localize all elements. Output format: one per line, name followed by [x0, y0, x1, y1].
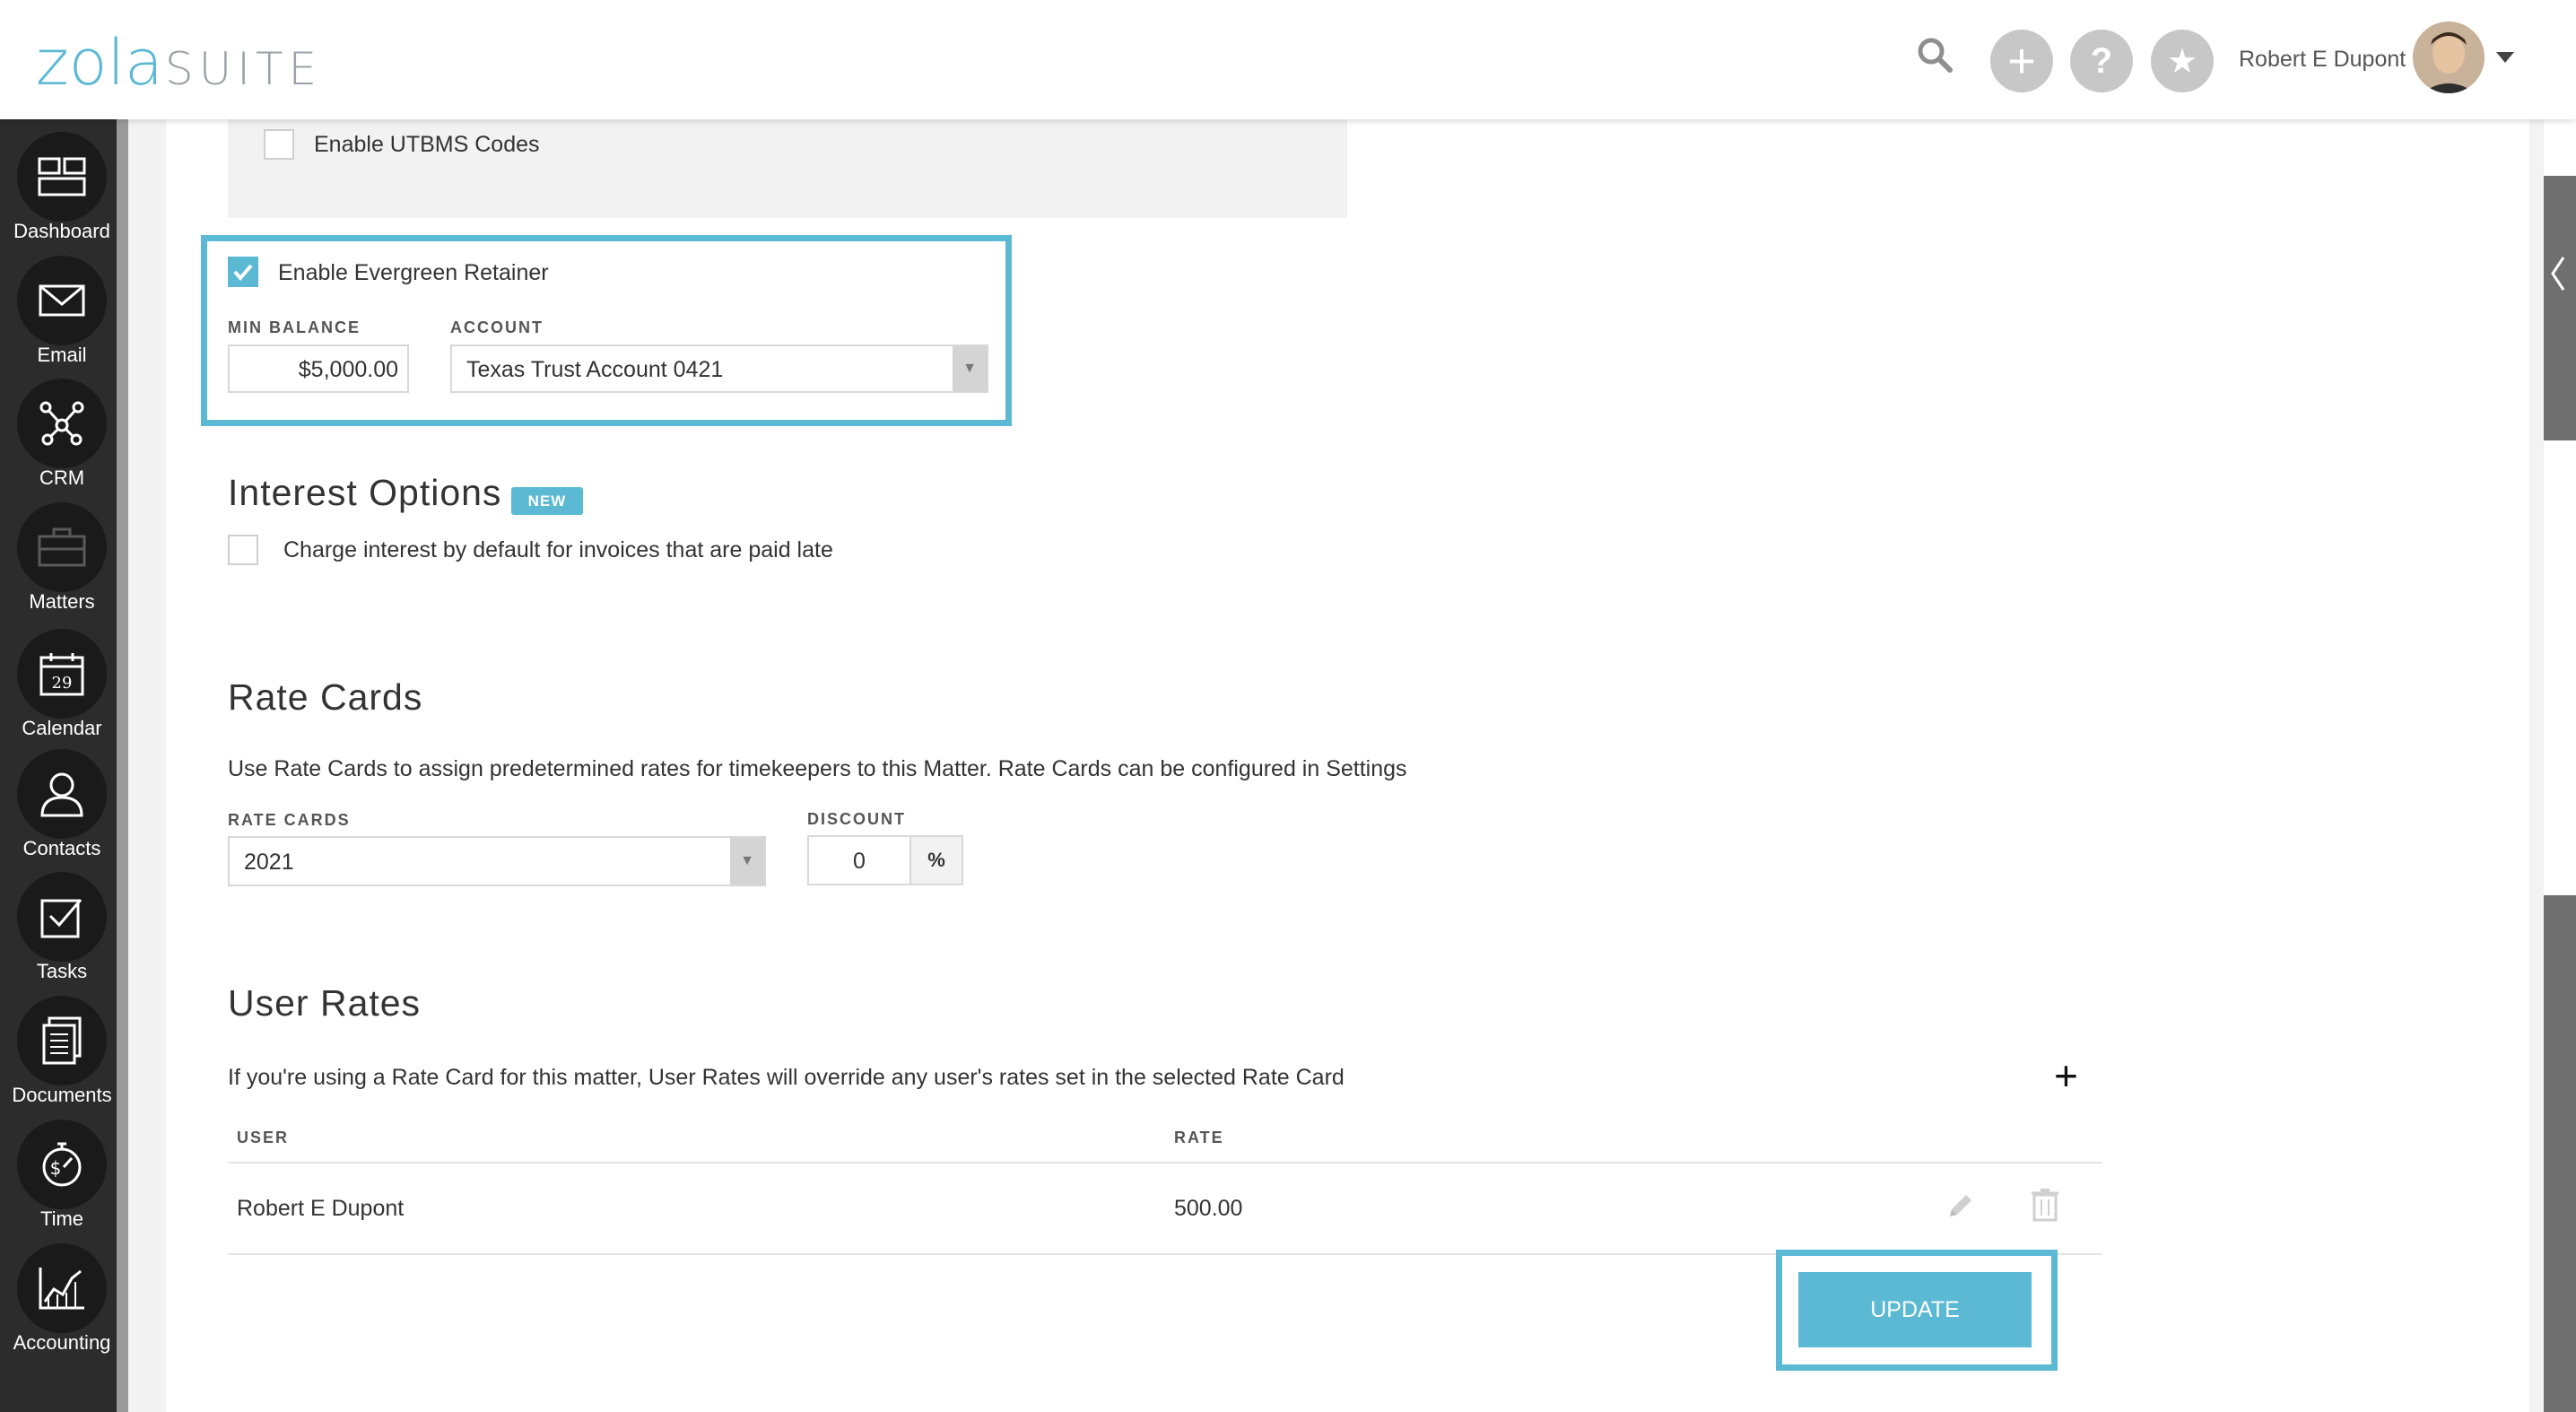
- calendar-icon: 29: [17, 629, 107, 719]
- charge-interest-checkbox[interactable]: [228, 535, 258, 565]
- sidebar-item-label: Matters: [29, 590, 95, 613]
- charge-interest-label: Charge interest by default for invoices …: [283, 537, 833, 562]
- evergreen-checkbox[interactable]: [228, 257, 258, 287]
- rate-cards-select[interactable]: 2021 ▼: [228, 836, 766, 886]
- min-balance-label: MIN BALANCE: [228, 318, 361, 336]
- sidebar-item-dashboard[interactable]: Dashboard: [0, 132, 124, 256]
- chevron-down-icon: ▼: [730, 838, 764, 885]
- account-value: Texas Trust Account 0421: [466, 357, 724, 382]
- zolasuite-logo[interactable]: zola SUITE: [36, 26, 322, 100]
- sidebar-item-label: Email: [37, 344, 87, 366]
- account-label: ACCOUNT: [450, 318, 544, 336]
- avatar[interactable]: [2413, 22, 2485, 93]
- sidebar-item-label: Tasks: [36, 960, 88, 982]
- edit-icon[interactable]: [1945, 1190, 1977, 1222]
- sidebar-item-contacts[interactable]: Contacts: [0, 749, 124, 873]
- rate-cards-value: 2021: [244, 850, 294, 875]
- checkmark-icon: [233, 264, 253, 282]
- rate-cards-description: Use Rate Cards to assign predetermined r…: [228, 756, 1407, 781]
- top-header: zola SUITE + ? ★ Robert E Dupont: [0, 0, 2576, 119]
- row-rate: 500.00: [1174, 1196, 1243, 1221]
- rate-cards-label: RATE CARDS: [228, 811, 351, 829]
- sidebar-item-tasks[interactable]: Tasks: [0, 872, 124, 996]
- delete-icon[interactable]: [2031, 1188, 2059, 1222]
- scrollbar-thumb-lower[interactable]: [2544, 895, 2576, 1412]
- discount-value: 0: [853, 849, 866, 874]
- sidebar-item-label: Time: [39, 1207, 84, 1230]
- account-select[interactable]: Texas Trust Account 0421 ▼: [450, 344, 988, 393]
- scrollbar-thumb[interactable]: [2544, 176, 2576, 440]
- search-icon[interactable]: [1916, 36, 1955, 75]
- column-header-rate: RATE: [1174, 1129, 1224, 1146]
- table-header-divider: [228, 1162, 2102, 1164]
- user-rates-description: If you're using a Rate Card for this mat…: [228, 1065, 1345, 1090]
- rate-cards-title: Rate Cards: [228, 676, 423, 718]
- utbms-checkbox[interactable]: [264, 129, 294, 160]
- percent-addon: %: [909, 837, 962, 884]
- sidebar: Dashboard Email CRM Matters 29 Calendar …: [0, 119, 117, 1412]
- page-scrollbar[interactable]: [2544, 119, 2576, 1412]
- update-button[interactable]: UPDATE: [1798, 1272, 2032, 1347]
- sidebar-item-matters[interactable]: Matters: [0, 502, 124, 626]
- evergreen-label: Enable Evergreen Retainer: [278, 260, 549, 285]
- sidebar-item-label: Contacts: [22, 837, 101, 859]
- sidebar-scrollbar[interactable]: [117, 119, 128, 1412]
- utbms-label: Enable UTBMS Codes: [314, 132, 540, 157]
- discount-input[interactable]: 0 %: [807, 835, 963, 885]
- calendar-day-text: 29: [52, 674, 73, 693]
- interest-options-title: Interest Options: [228, 472, 502, 513]
- add-user-rate-button[interactable]: +: [2054, 1055, 2078, 1096]
- logo-primary-text: zola: [36, 26, 163, 100]
- new-badge: NEW: [511, 487, 583, 515]
- network-icon: [17, 379, 107, 468]
- document-icon: [17, 996, 107, 1085]
- sidebar-item-documents[interactable]: Documents: [0, 996, 124, 1120]
- logo-secondary-text: SUITE: [164, 43, 323, 95]
- dashboard-icon: [17, 132, 107, 222]
- min-balance-input[interactable]: $5,000.00: [228, 344, 409, 393]
- person-icon: [17, 749, 107, 839]
- user-rates-title: User Rates: [228, 982, 422, 1024]
- min-balance-value: $5,000.00: [298, 357, 398, 382]
- sidebar-item-accounting[interactable]: Accounting: [0, 1243, 124, 1367]
- sidebar-item-label: Documents: [12, 1084, 112, 1106]
- help-icon[interactable]: ?: [2070, 30, 2133, 92]
- briefcase-icon: [17, 502, 107, 592]
- sidebar-item-crm[interactable]: CRM: [0, 379, 124, 502]
- discount-label: DISCOUNT: [807, 810, 906, 828]
- chevron-down-icon: ▼: [953, 346, 987, 391]
- chevron-left-icon[interactable]: [2549, 256, 2567, 292]
- sidebar-item-time[interactable]: $ Time: [0, 1120, 124, 1243]
- column-header-user: USER: [237, 1129, 290, 1146]
- chevron-down-icon[interactable]: [2496, 52, 2514, 63]
- sidebar-item-label: CRM: [39, 466, 85, 489]
- stopwatch-icon: $: [17, 1120, 107, 1209]
- sidebar-item-email[interactable]: Email: [0, 256, 124, 379]
- sidebar-item-label: Dashboard: [13, 220, 110, 242]
- sidebar-item-calendar[interactable]: 29 Calendar: [0, 629, 124, 753]
- sidebar-item-label: Calendar: [22, 717, 102, 739]
- star-icon[interactable]: ★: [2151, 30, 2214, 92]
- row-user-name: Robert E Dupont: [237, 1196, 405, 1221]
- chart-icon: [17, 1243, 107, 1333]
- envelope-icon: [17, 256, 107, 345]
- checkbox-icon: [17, 872, 107, 962]
- svg-text:$: $: [50, 1157, 62, 1179]
- add-icon[interactable]: +: [1990, 30, 2053, 92]
- sidebar-item-label: Accounting: [13, 1331, 111, 1354]
- user-name[interactable]: Robert E Dupont: [2239, 47, 2406, 73]
